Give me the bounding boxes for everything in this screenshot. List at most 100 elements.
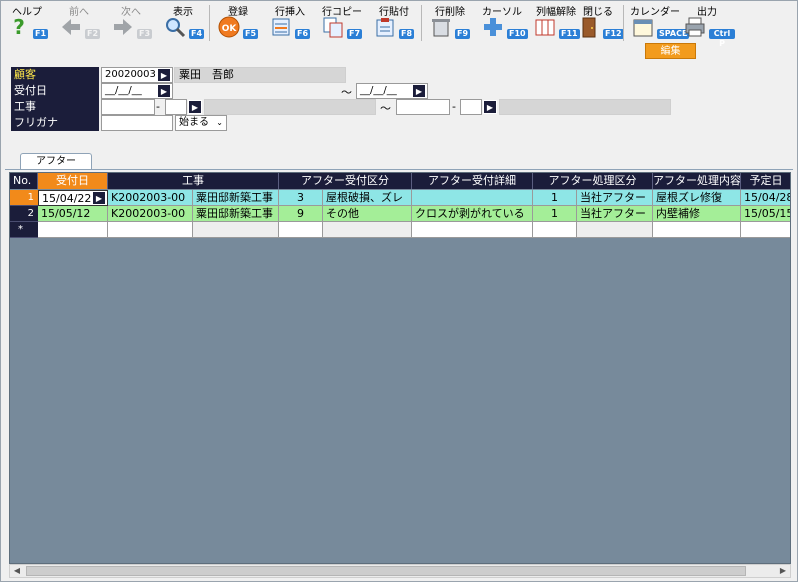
output-button[interactable]: 出力 Ctrl P — [679, 3, 735, 48]
horizontal-scrollbar[interactable]: ◀ ▶ — [9, 564, 791, 578]
construction-from-branch-field[interactable] — [165, 99, 187, 115]
date-cell[interactable] — [38, 222, 108, 238]
row-number[interactable]: 2 — [10, 206, 38, 222]
customer-name-display: 粟田 吾郎 — [174, 67, 346, 83]
register-key: F5 — [243, 29, 259, 39]
furigana-match-value: 始まる — [179, 117, 209, 128]
process-division-cell[interactable] — [577, 222, 653, 238]
construction-from-arrow-icon[interactable]: ▶ — [188, 100, 202, 114]
after-service-grid: No. 受付日 工事 アフター受付区分 アフター受付詳細 アフター処理区分 アフ… — [9, 172, 791, 564]
accept-division-no-cell[interactable]: 9 — [279, 206, 323, 222]
calendar-icon — [631, 15, 655, 39]
scheduled-date-cell[interactable] — [741, 222, 790, 238]
construction-code-cell[interactable] — [108, 222, 193, 238]
process-content-cell[interactable]: 内壁補修 — [653, 206, 741, 222]
construction-name-cell[interactable]: 粟田邸新築工事 — [193, 190, 279, 206]
row-paste-button[interactable]: 行貼付 F8 — [369, 3, 419, 41]
scroll-right-icon[interactable]: ▶ — [776, 565, 790, 577]
cursor-key: F10 — [507, 29, 528, 39]
construction-to-dash: - — [452, 100, 456, 113]
accept-division-cell[interactable]: 屋根破損、ズレ — [323, 190, 412, 206]
process-division-no-cell[interactable] — [533, 222, 577, 238]
col-header-date[interactable]: 受付日 — [38, 173, 108, 189]
accept-detail-cell[interactable] — [412, 222, 533, 238]
scrollbar-thumb[interactable] — [26, 566, 746, 576]
row-copy-button[interactable]: 行コピー F7 — [317, 3, 367, 41]
tab-underline — [5, 169, 793, 170]
accept-division-cell[interactable]: その他 — [323, 206, 412, 222]
customer-lookup-arrow-icon[interactable]: ▶ — [157, 68, 171, 82]
row-delete-button[interactable]: 行削除 F9 — [425, 3, 475, 41]
construction-code-cell[interactable]: K2002003-00 — [108, 190, 193, 206]
view-button[interactable]: 表示 F4 — [159, 3, 207, 41]
cursor-button[interactable]: カーソル F10 — [477, 3, 528, 41]
scheduled-date-cell[interactable]: 15/04/28 — [741, 190, 790, 206]
col-header-process-division[interactable]: アフター処理区分 — [533, 173, 653, 189]
close-button[interactable]: 閉じる F12 — [573, 3, 624, 41]
magnifier-icon — [163, 15, 187, 39]
construction-from-code-field[interactable] — [101, 99, 155, 115]
col-header-process-content[interactable]: アフター処理内容 — [653, 173, 741, 189]
calendar-button[interactable]: カレンダー SPACE — [627, 3, 690, 41]
date-picker-arrow-icon[interactable]: ▶ — [92, 191, 106, 205]
row-delete-key: F9 — [455, 29, 471, 39]
row-number[interactable]: 1 — [10, 190, 38, 206]
edit-mode-badge[interactable]: 編集 — [645, 43, 696, 59]
furigana-label: フリガナ — [11, 115, 99, 131]
process-content-cell[interactable] — [653, 222, 741, 238]
furigana-field[interactable] — [101, 115, 173, 131]
row-insert-key: F6 — [295, 29, 311, 39]
accept-division-cell[interactable] — [323, 222, 412, 238]
process-content-cell[interactable]: 屋根ズレ修復 — [653, 190, 741, 206]
view-key: F4 — [189, 29, 205, 39]
col-header-scheduled-date[interactable]: 予定日 — [741, 173, 790, 189]
col-header-no[interactable]: No. — [10, 173, 38, 189]
close-key: F12 — [603, 29, 624, 39]
date-from-arrow-icon[interactable]: ▶ — [157, 84, 171, 98]
row-insert-icon — [269, 15, 293, 39]
row-delete-icon — [429, 15, 453, 39]
row-insert-button[interactable]: 行挿入 F6 — [265, 3, 315, 41]
accept-division-no-cell[interactable] — [279, 222, 323, 238]
prev-button[interactable]: 前へ F2 — [55, 3, 103, 41]
col-header-accept-detail[interactable]: アフター受付詳細 — [412, 173, 533, 189]
door-icon — [577, 15, 601, 39]
date-to-arrow-icon[interactable]: ▶ — [412, 84, 426, 98]
construction-name-cell[interactable] — [193, 222, 279, 238]
accept-detail-cell[interactable] — [412, 190, 533, 206]
col-header-construction[interactable]: 工事 — [108, 173, 279, 189]
furigana-match-select[interactable]: 始まる ⌄ — [175, 115, 227, 131]
process-division-cell[interactable]: 当社アフター — [577, 190, 653, 206]
help-button[interactable]: ヘルプ ? F1 — [3, 3, 51, 41]
process-division-cell[interactable]: 当社アフター — [577, 206, 653, 222]
arrow-left-icon — [59, 15, 83, 39]
scheduled-date-cell[interactable]: 15/05/15 — [741, 206, 790, 222]
new-row[interactable]: * — [10, 222, 790, 238]
construction-from-name-display — [204, 99, 376, 115]
process-division-no-cell[interactable]: 1 — [533, 206, 577, 222]
table-row[interactable]: 2 15/05/12 K2002003-00 粟田邸新築工事 9 その他 クロス… — [10, 206, 790, 222]
output-key: Ctrl P — [709, 29, 735, 48]
date-cell[interactable]: 15/04/22 ▶ — [38, 190, 108, 206]
date-range-tilde: ～ — [341, 86, 352, 99]
new-row-marker: * — [10, 222, 38, 238]
process-division-no-cell[interactable]: 1 — [533, 190, 577, 206]
accept-detail-cell[interactable]: クロスが剥がれている — [412, 206, 533, 222]
next-button[interactable]: 次へ F3 — [107, 3, 155, 41]
construction-to-branch-field[interactable] — [460, 99, 482, 115]
col-header-accept-division[interactable]: アフター受付区分 — [279, 173, 412, 189]
tab-after[interactable]: アフター — [20, 153, 92, 170]
col-width-icon — [533, 15, 557, 39]
register-button[interactable]: 登録 OK F5 — [213, 3, 263, 41]
construction-to-code-field[interactable] — [396, 99, 450, 115]
table-row[interactable]: 1 15/04/22 ▶ K2002003-00 粟田邸新築工事 3 屋根破損、… — [10, 190, 790, 206]
toolbar-divider — [209, 5, 210, 41]
accept-division-no-cell[interactable]: 3 — [279, 190, 323, 206]
date-cell[interactable]: 15/05/12 — [38, 206, 108, 222]
scroll-left-icon[interactable]: ◀ — [10, 565, 24, 577]
construction-to-name-display — [499, 99, 671, 115]
toolbar-divider — [623, 5, 624, 41]
construction-name-cell[interactable]: 粟田邸新築工事 — [193, 206, 279, 222]
construction-to-arrow-icon[interactable]: ▶ — [483, 100, 497, 114]
construction-code-cell[interactable]: K2002003-00 — [108, 206, 193, 222]
